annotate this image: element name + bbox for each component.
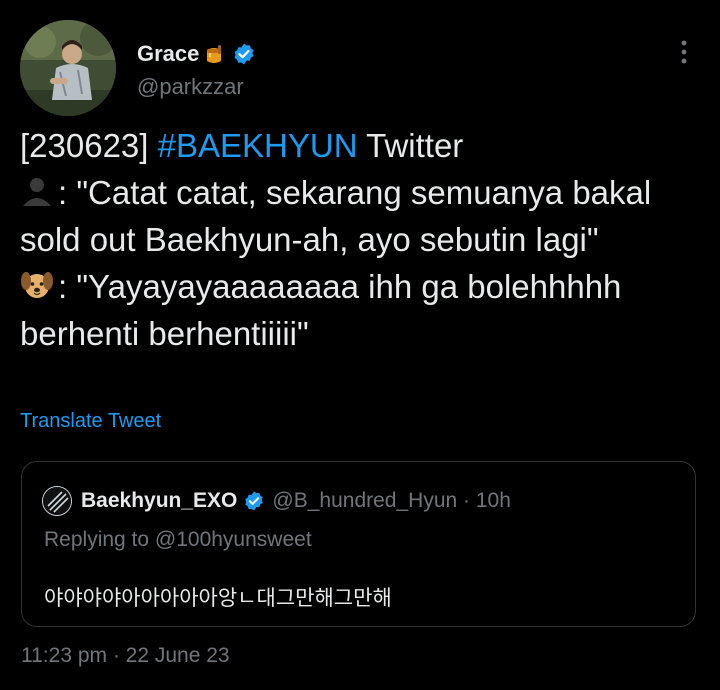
tweet-quote-two: : "Yayayayaaaaaaaa ihh ga bolehhhhh berh…: [20, 263, 700, 357]
quoted-tweet-header: Baekhyun_EXO @B_hundred_Hyun · 10h: [42, 486, 511, 516]
author-avatar[interactable]: [20, 20, 116, 116]
exo-logo-icon: [43, 487, 71, 515]
quoted-author-avatar[interactable]: [42, 486, 72, 516]
quote-two-text: : "Yayayayaaaaaaaa ihh ga bolehhhhh berh…: [20, 268, 622, 352]
quoted-tweet-text: 야야야야아아아아아앙ㄴ대그만해그만해: [44, 587, 392, 610]
author-display-name[interactable]: Grace: [137, 41, 199, 67]
bust-silhouette-icon: [23, 178, 51, 206]
tweet-suffix: Twitter: [357, 127, 464, 164]
quoted-author-name[interactable]: Baekhyun_EXO: [81, 489, 237, 513]
tweet-header: Grace @parkzzar: [20, 20, 700, 116]
quoted-author-handle-time[interactable]: @B_hundred_Hyun · 10h: [272, 489, 510, 513]
author-handle[interactable]: @parkzzar: [137, 74, 256, 100]
tweet-line-title: [230623] #BAEKHYUN Twitter: [20, 122, 700, 169]
avatar-photo: [20, 20, 116, 116]
tweet-prefix: [230623]: [20, 127, 158, 164]
tweet-timestamp[interactable]: 11:23 pm · 22 June 23: [21, 644, 230, 668]
translate-tweet-link[interactable]: Translate Tweet: [20, 410, 161, 433]
verified-badge-icon: [245, 491, 264, 511]
tweet-quote-one: : "Catat catat, sekarang semuanya bakal …: [20, 169, 700, 263]
quote-one-text: : "Catat catat, sekarang semuanya bakal …: [20, 174, 652, 258]
verified-badge-icon: [234, 43, 254, 65]
dog-face-icon: [21, 272, 53, 298]
quoted-tweet-card[interactable]: Baekhyun_EXO @B_hundred_Hyun · 10h Reply…: [21, 461, 696, 627]
honey-pot-icon: [207, 45, 222, 63]
more-options-icon[interactable]: [680, 38, 688, 66]
hashtag-link[interactable]: #BAEKHYUN: [158, 127, 358, 164]
replying-to-label[interactable]: Replying to @100hyunsweet: [44, 528, 312, 552]
tweet-text: [230623] #BAEKHYUN Twitter : "Catat cata…: [20, 122, 700, 357]
